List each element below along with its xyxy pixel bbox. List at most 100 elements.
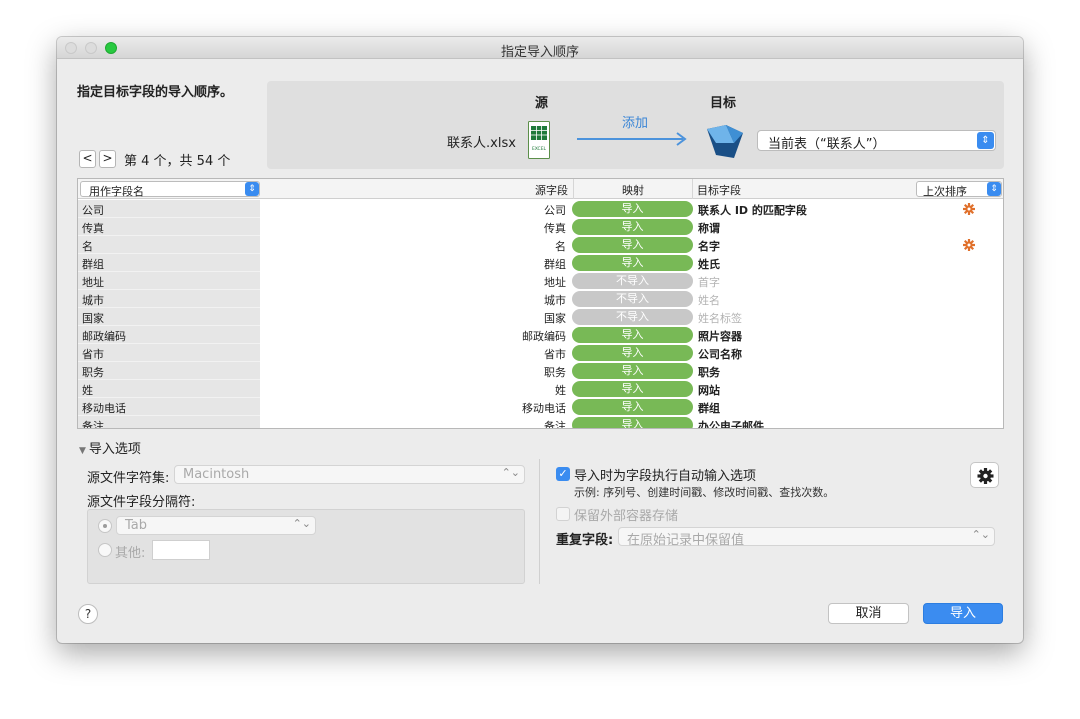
table-row[interactable]: 省市 省市 导入 公司名称	[78, 344, 1003, 362]
auto-enter-settings-button[interactable]	[970, 462, 999, 488]
duplicate-field-label: 重复字段:	[556, 533, 614, 548]
table-row[interactable]: 职务 职务 导入 职务	[78, 362, 1003, 380]
delimiter-other-label: 其他:	[115, 546, 146, 561]
row-target-field: 职务	[698, 366, 720, 379]
row-mapping-toggle[interactable]: 导入	[572, 219, 693, 235]
window-title: 指定导入顺序	[500, 45, 579, 60]
external-storage-checkbox[interactable]	[556, 507, 570, 521]
external-storage-label: 保留外部容器存储	[574, 509, 679, 524]
row-source-field: 名	[555, 240, 566, 253]
table-row[interactable]: 城市 城市 不导入 姓名	[78, 290, 1003, 308]
gear-icon[interactable]	[962, 238, 976, 252]
row-mapping-toggle[interactable]: 导入	[572, 201, 693, 217]
table-row[interactable]: 姓姓导入 网站	[78, 380, 1003, 398]
source-file-name: 联系人.xlsx	[447, 136, 516, 151]
target-table-select[interactable]: 当前表（“联系人”） ⇕	[757, 130, 996, 152]
charset-select[interactable]: Macintosh ⌃⌄	[174, 465, 525, 484]
row-field-name: 名	[78, 236, 260, 254]
row-target-field: 公司名称	[698, 348, 742, 361]
row-mapping-toggle[interactable]: 导入	[572, 399, 693, 415]
import-order-dialog: 指定导入顺序 指定目标字段的导入顺序。 < > 第 4 个，共 54 个 源 目…	[57, 37, 1023, 643]
field-name-source-select[interactable]: 用作字段名 ⇕	[80, 181, 260, 198]
duplicate-field-value: 在原始记录中保留值	[627, 533, 745, 548]
row-field-name: 传真	[78, 218, 260, 236]
table-row[interactable]: 备注 备注 导入 办公电子邮件	[78, 416, 1003, 428]
field-name-source-value: 用作字段名	[89, 185, 144, 198]
row-mapping-toggle[interactable]: 不导入	[572, 273, 693, 289]
table-row[interactable]: 传真 传真 导入 称谓	[78, 218, 1003, 236]
table-row[interactable]: 公司 公司 导入 联系人 ID 的匹配字段	[78, 200, 1003, 218]
row-mapping-toggle[interactable]: 不导入	[572, 309, 693, 325]
chevron-updown-icon: ⌃⌄	[501, 466, 520, 479]
auto-enter-label: 导入时为字段执行自动输入选项	[574, 469, 757, 484]
import-options-toggle[interactable]: ▼ 导入选项	[79, 438, 141, 457]
previous-record-button[interactable]: <	[79, 150, 96, 168]
row-target-field: 姓名	[698, 294, 720, 307]
field-mapping-table: 用作字段名 ⇕ 源字段 映射 目标字段 上次排序 ⇕ 公司 公司 导入 联系人 ID …	[77, 178, 1004, 429]
gear-icon	[977, 468, 994, 484]
row-field-name: 备注	[78, 416, 260, 428]
delimiter-tab-select[interactable]: Tab ⌃⌄	[116, 516, 316, 535]
gear-icon[interactable]	[962, 202, 976, 216]
import-action-label: 添加	[622, 116, 649, 131]
table-row[interactable]: 国家 国家 不导入 姓名标签	[78, 308, 1003, 326]
row-field-name: 国家	[78, 308, 260, 326]
row-field-name: 职务	[78, 362, 260, 380]
row-target-field: 姓名标签	[698, 312, 742, 325]
row-source-field: 城市	[544, 294, 566, 307]
row-target-field: 照片容器	[698, 330, 742, 343]
duplicate-field-select[interactable]: 在原始记录中保留值 ⌃⌄	[618, 527, 995, 548]
sort-order-select[interactable]: 上次排序 ⇕	[916, 181, 1002, 198]
source-heading: 源	[535, 96, 549, 111]
help-button[interactable]: ?	[78, 604, 98, 624]
row-mapping-toggle[interactable]: 导入	[572, 237, 693, 253]
row-target-field: 名字	[698, 240, 720, 253]
row-field-name: 邮政编码	[78, 326, 260, 344]
row-field-name: 姓	[78, 380, 260, 398]
row-target-field: 首字	[698, 276, 720, 289]
next-record-button[interactable]: >	[99, 150, 116, 168]
source-field-column-header[interactable]: 源字段	[258, 182, 568, 198]
row-source-field: 职务	[544, 366, 566, 379]
row-mapping-toggle[interactable]: 导入	[572, 363, 693, 379]
target-field-column-header[interactable]: 目标字段	[697, 182, 741, 198]
row-source-field: 地址	[544, 276, 566, 289]
table-row[interactable]: 地址 地址 不导入 首字	[78, 272, 1003, 290]
table-header: 用作字段名 ⇕ 源字段 映射 目标字段 上次排序 ⇕	[78, 179, 1003, 199]
table-row[interactable]: 名名导入 名字	[78, 236, 1003, 254]
import-button[interactable]: 导入	[923, 603, 1003, 624]
delimiter-tab-radio[interactable]	[98, 519, 112, 533]
options-divider	[539, 459, 540, 584]
mapping-panel: 源 目标 联系人.xlsx EXCEL 添加 当前表（“联系人”） ⇕	[267, 81, 1004, 169]
row-mapping-toggle[interactable]: 导入	[572, 345, 693, 361]
row-source-field: 移动电话	[522, 402, 566, 415]
table-row[interactable]: 移动电话 移动电话 导入 群组	[78, 398, 1003, 416]
row-field-name: 城市	[78, 290, 260, 308]
row-mapping-toggle[interactable]: 导入	[572, 417, 693, 428]
auto-enter-checkbox[interactable]: ✓	[556, 467, 570, 481]
delimiter-other-input[interactable]	[152, 540, 210, 560]
auto-enter-example: 示例: 序列号、创建时间戳、修改时间戳、查找次数。	[574, 486, 835, 499]
title-bar: 指定导入顺序	[57, 37, 1023, 60]
table-row[interactable]: 邮政编码 邮政编码 导入 照片容器	[78, 326, 1003, 344]
row-source-field: 省市	[544, 348, 566, 361]
row-mapping-toggle[interactable]: 不导入	[572, 291, 693, 307]
mapping-column-header[interactable]: 映射	[573, 179, 693, 199]
mapping-arrow-icon	[577, 132, 687, 146]
delimiter-tab-value: Tab	[125, 518, 148, 533]
row-field-name: 公司	[78, 200, 260, 218]
row-field-name: 移动电话	[78, 398, 260, 416]
row-source-field: 国家	[544, 312, 566, 325]
row-mapping-toggle[interactable]: 导入	[572, 381, 693, 397]
row-target-field: 姓氏	[698, 258, 720, 271]
delimiter-other-radio[interactable]	[98, 543, 112, 557]
row-source-field: 群组	[544, 258, 566, 271]
table-row[interactable]: 群组 群组 导入 姓氏	[78, 254, 1003, 272]
row-mapping-toggle[interactable]: 导入	[572, 327, 693, 343]
record-position: 第 4 个，共 54 个	[124, 154, 231, 169]
filemaker-icon	[707, 125, 743, 158]
disclosure-triangle-icon: ▼	[79, 446, 86, 456]
excel-file-icon: EXCEL	[528, 121, 550, 159]
cancel-button[interactable]: 取消	[828, 603, 909, 624]
row-mapping-toggle[interactable]: 导入	[572, 255, 693, 271]
